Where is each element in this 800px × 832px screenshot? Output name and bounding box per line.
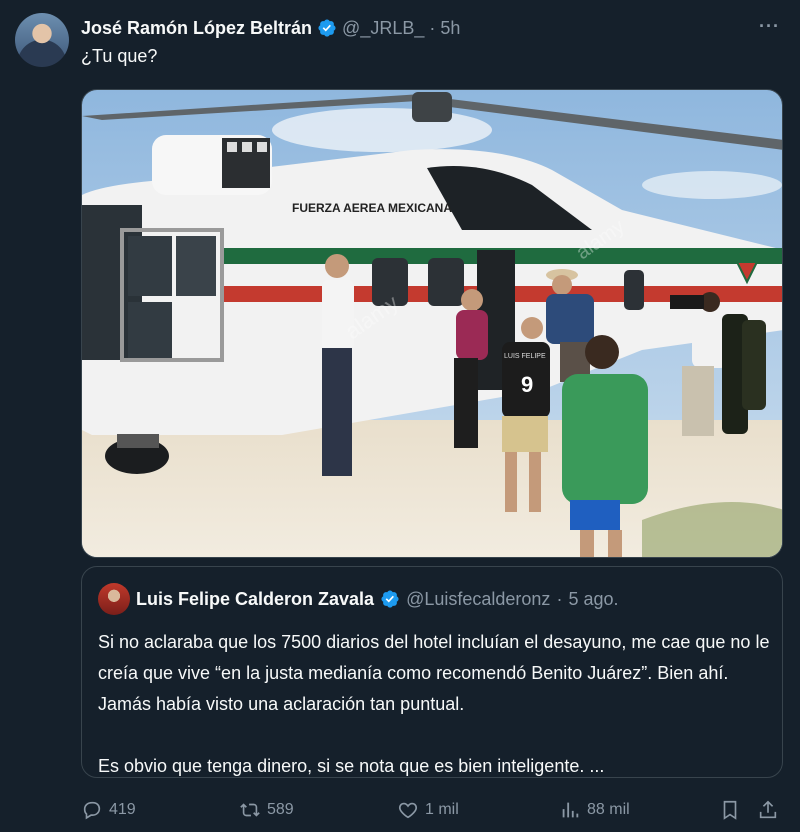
quote-paragraph-1: Si no aclaraba que los 7500 diarios del … — [98, 632, 770, 714]
reply-icon — [83, 801, 101, 820]
repost-count: 589 — [267, 801, 294, 818]
reply-count: 419 — [109, 801, 136, 818]
tweet-photo[interactable]: FUERZA AEREA MEXICANA 9 LUIS FELIPE alam… — [81, 89, 783, 558]
verified-badge-icon — [318, 19, 336, 37]
bookmark-icon — [723, 800, 737, 820]
like-button[interactable]: 1 mil — [397, 799, 459, 821]
quote-time[interactable]: 5 ago. — [568, 589, 618, 610]
tweet-text: ¿Tu que? — [81, 46, 158, 66]
repost-button[interactable]: 589 — [239, 799, 294, 821]
tweet-time[interactable]: 5h — [440, 18, 460, 39]
quote-header: Luis Felipe Calderon Zavala @Luisfecalde… — [98, 583, 618, 615]
author-name[interactable]: José Ramón López Beltrán — [81, 18, 312, 39]
bookmark-button[interactable] — [719, 799, 741, 821]
helicopter-photo: FUERZA AEREA MEXICANA 9 LUIS FELIPE alam… — [82, 90, 782, 557]
quoted-tweet[interactable]: Luis Felipe Calderon Zavala @Luisfecalde… — [81, 566, 783, 778]
quote-text: Si no aclaraba que los 7500 diarios del … — [98, 627, 770, 813]
like-count: 1 mil — [425, 801, 459, 818]
like-icon — [398, 802, 418, 819]
quote-author-avatar[interactable] — [98, 583, 130, 615]
share-icon — [759, 800, 777, 819]
quote-author-handle[interactable]: @Luisfecalderonz — [406, 589, 550, 610]
author-avatar[interactable] — [15, 13, 69, 67]
verified-badge-icon — [381, 590, 399, 608]
author-handle[interactable]: @_JRLB_ — [342, 18, 424, 39]
share-button[interactable] — [757, 799, 779, 821]
shirt-text: LUIS FELIPE — [504, 353, 546, 360]
reply-button[interactable]: 419 — [81, 799, 136, 821]
tweet-header: José Ramón López Beltrán @_JRLB_ · 5h ··… — [81, 16, 780, 40]
quote-separator-dot: · — [556, 588, 563, 609]
views-count: 88 mil — [587, 801, 630, 818]
more-icon[interactable]: ··· — [759, 16, 780, 37]
tweet-actions: 419 589 1 mil 88 mil — [81, 795, 783, 825]
helicopter-text: FUERZA AEREA MEXICANA — [292, 201, 452, 215]
shirt-number: 9 — [521, 372, 533, 397]
quote-author-name[interactable]: Luis Felipe Calderon Zavala — [136, 589, 374, 610]
quote-paragraph-2: Es obvio que tenga dinero, si se nota qu… — [98, 756, 605, 776]
views-icon — [562, 802, 579, 818]
views-button[interactable]: 88 mil — [559, 799, 630, 821]
repost-icon — [240, 803, 260, 817]
separator-dot: · — [429, 17, 436, 38]
